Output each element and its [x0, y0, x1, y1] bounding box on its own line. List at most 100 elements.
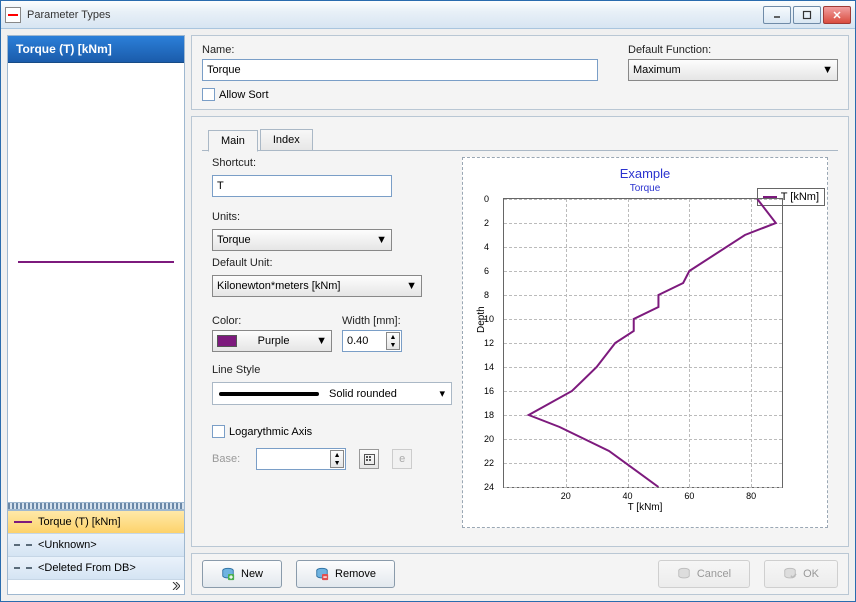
- database-icon: [677, 567, 691, 581]
- chevron-down-icon: ▼: [822, 64, 833, 76]
- log-axis-label: Logarythmic Axis: [229, 426, 312, 438]
- list-item-label: <Deleted From DB>: [38, 562, 136, 574]
- y-tick-label: 8: [484, 290, 489, 300]
- list-item-label: Torque (T) [kNm]: [38, 516, 121, 528]
- y-tick-label: 24: [484, 482, 494, 492]
- form-column: Shortcut: Units: Torque ▼ Default Unit: …: [212, 157, 452, 528]
- x-tick-label: 20: [561, 491, 571, 501]
- splitter-grip[interactable]: [8, 502, 184, 510]
- y-tick-label: 10: [484, 314, 494, 324]
- database-remove-icon: [315, 567, 329, 581]
- color-select[interactable]: Purple ▼: [212, 330, 332, 352]
- select-value: Maximum: [633, 64, 681, 76]
- y-tick-label: 12: [484, 338, 494, 348]
- line-sample-icon: [219, 392, 319, 396]
- line-style-select[interactable]: Solid rounded ▾: [212, 382, 452, 405]
- line-swatch-icon: [14, 567, 32, 569]
- x-axis-label: T [kNm]: [471, 502, 819, 513]
- button-label: Remove: [335, 568, 376, 580]
- list-item[interactable]: <Deleted From DB>: [8, 557, 184, 580]
- button-label: Cancel: [697, 568, 731, 580]
- select-value: Purple: [258, 335, 290, 347]
- name-label: Name:: [202, 44, 598, 56]
- y-tick-label: 0: [484, 194, 489, 204]
- base-spinner[interactable]: ▲▼: [330, 450, 344, 468]
- list-item[interactable]: Torque (T) [kNm]: [8, 511, 184, 534]
- line-swatch-icon: [14, 521, 32, 523]
- default-function-select[interactable]: Maximum ▼: [628, 59, 838, 81]
- select-value: Solid rounded: [329, 388, 397, 400]
- keypad-icon: [364, 454, 375, 465]
- allow-sort-checkbox[interactable]: [202, 88, 215, 101]
- y-tick-label: 6: [484, 266, 489, 276]
- sidebar-header: Torque (T) [kNm]: [8, 36, 184, 63]
- cancel-button: Cancel: [658, 560, 750, 588]
- units-select[interactable]: Torque ▼: [212, 229, 392, 251]
- new-button[interactable]: New: [202, 560, 282, 588]
- shortcut-label: Shortcut:: [212, 157, 452, 169]
- spin-down-icon: ▼: [331, 459, 343, 467]
- y-tick-label: 4: [484, 242, 489, 252]
- window-title: Parameter Types: [27, 9, 763, 21]
- button-label: e: [399, 453, 405, 465]
- y-tick-label: 16: [484, 386, 494, 396]
- tab-label: Main: [221, 135, 245, 147]
- default-function-label: Default Function:: [628, 44, 838, 56]
- x-tick-label: 40: [623, 491, 633, 501]
- grid-line: [504, 487, 782, 488]
- base-e-button: e: [392, 449, 412, 469]
- legend-label: T [kNm]: [781, 191, 819, 203]
- spin-up-icon: ▲: [331, 451, 343, 459]
- tab-main[interactable]: Main: [208, 130, 258, 152]
- remove-button[interactable]: Remove: [296, 560, 395, 588]
- window: Parameter Types Torque (T) [kNm] Torque …: [0, 0, 856, 602]
- minimize-button[interactable]: [763, 6, 791, 24]
- chart-series-line: [529, 199, 776, 487]
- y-tick-label: 22: [484, 458, 494, 468]
- chart-svg: [504, 199, 782, 487]
- chevron-down-icon: ▼: [406, 280, 417, 292]
- main-group: Main Index Shortcut: Units: Torque ▼ Def…: [191, 116, 849, 547]
- sidebar: Torque (T) [kNm] Torque (T) [kNm] <Unkno…: [7, 35, 185, 595]
- chevron-down-icon: ▼: [376, 234, 387, 246]
- base-calc-button[interactable]: [359, 449, 379, 469]
- expand-arrow-row[interactable]: [8, 580, 184, 594]
- color-chip-icon: [217, 335, 237, 347]
- width-label: Width [mm]:: [342, 315, 432, 327]
- width-spinner[interactable]: ▲▼: [386, 332, 400, 350]
- name-input[interactable]: [202, 59, 598, 81]
- preview-line-sample: [18, 261, 174, 263]
- base-label: Base:: [212, 453, 240, 465]
- line-swatch-icon: [14, 544, 32, 546]
- default-unit-select[interactable]: Kilonewton*meters [kNm] ▼: [212, 275, 422, 297]
- y-tick-label: 18: [484, 410, 494, 420]
- log-axis-checkbox[interactable]: [212, 425, 225, 438]
- plot-area: Depth 02468101214161820222420406080: [503, 198, 783, 488]
- list-item[interactable]: <Unknown>: [8, 534, 184, 557]
- list-item-label: <Unknown>: [38, 539, 97, 551]
- x-tick-label: 60: [684, 491, 694, 501]
- line-preview: [8, 63, 184, 502]
- button-label: New: [241, 568, 263, 580]
- database-ok-icon: [783, 567, 797, 581]
- top-fields-group: Name: Allow Sort Default Function: Maxim…: [191, 35, 849, 110]
- chevron-down-icon: ▼: [316, 335, 327, 347]
- tab-label: Index: [273, 134, 300, 146]
- ok-button: OK: [764, 560, 838, 588]
- spin-up-icon: ▲: [387, 333, 399, 341]
- color-label: Color:: [212, 315, 332, 327]
- x-tick-label: 80: [746, 491, 756, 501]
- allow-sort-label: Allow Sort: [219, 89, 269, 101]
- tab-index[interactable]: Index: [260, 129, 313, 151]
- close-button[interactable]: [823, 6, 851, 24]
- select-value: Kilonewton*meters [kNm]: [217, 280, 341, 292]
- maximize-button[interactable]: [793, 6, 821, 24]
- chevron-down-icon: ▾: [439, 387, 445, 400]
- units-label: Units:: [212, 211, 452, 223]
- button-bar: New Remove Cancel OK: [191, 553, 849, 595]
- spin-down-icon: ▼: [387, 341, 399, 349]
- chart-title: Example: [471, 166, 819, 181]
- chart-preview: Example Torque T [kNm] Depth 02468101214…: [462, 157, 828, 528]
- y-tick-label: 20: [484, 434, 494, 444]
- shortcut-input[interactable]: [212, 175, 392, 197]
